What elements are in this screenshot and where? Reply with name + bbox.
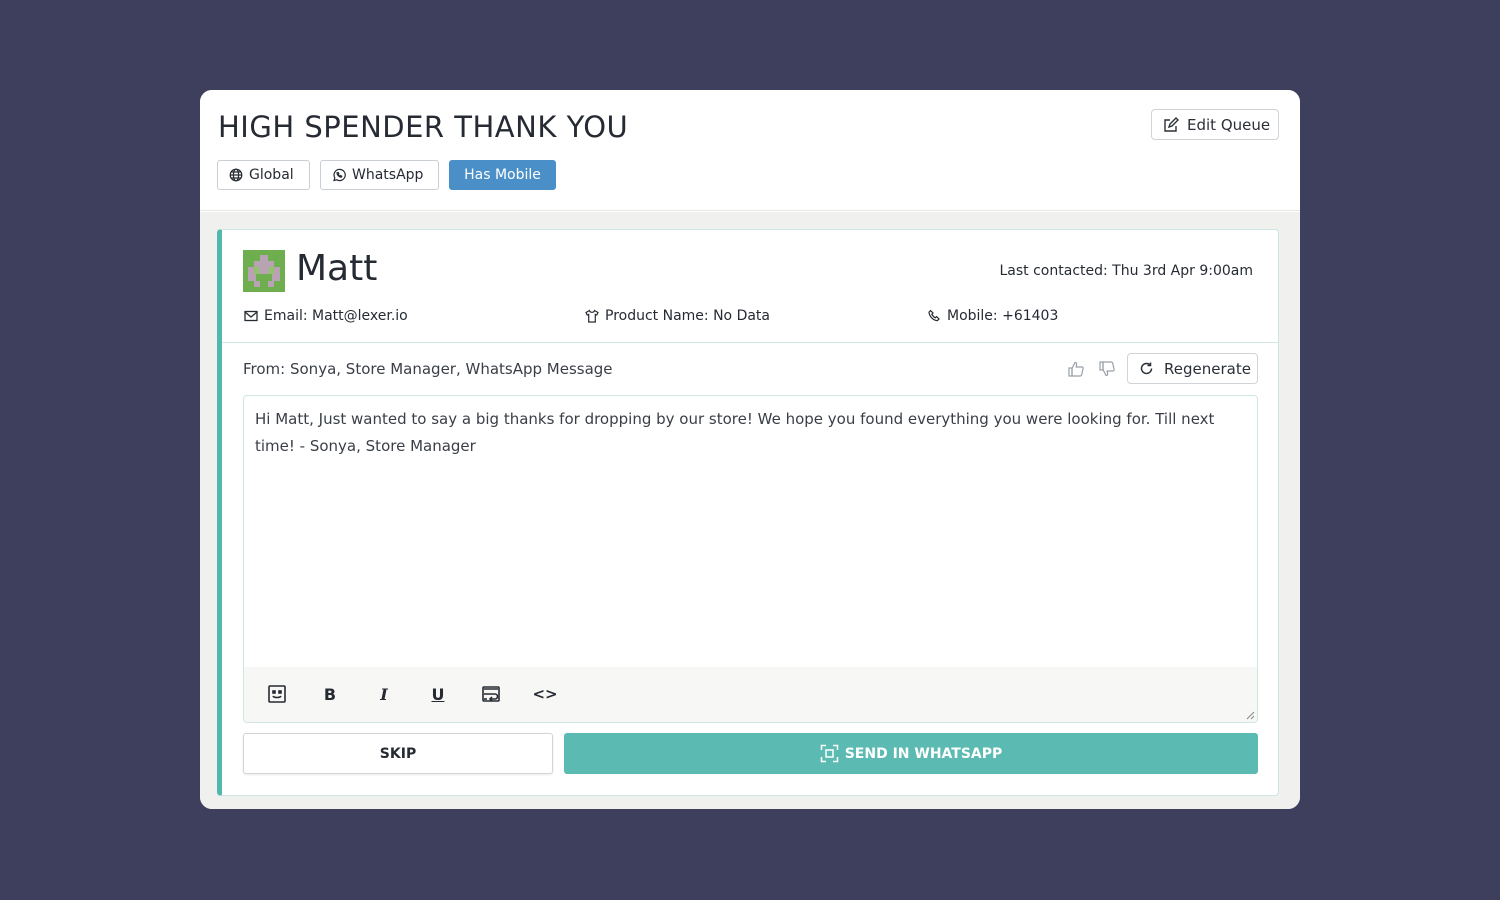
shirt-icon [585, 309, 599, 323]
globe-icon [229, 168, 243, 182]
bold-button[interactable]: B [319, 683, 341, 705]
skip-button[interactable]: SKIP [243, 733, 553, 774]
contact-card: Matt Last contacted: Thu 3rd Apr 9:00am … [217, 229, 1279, 796]
regenerate-label: Regenerate [1164, 359, 1251, 378]
emoji-icon [268, 685, 286, 703]
emoji-button[interactable] [266, 683, 288, 705]
tag-global-label: Global [249, 167, 294, 183]
contact-mobile-text: Mobile: +61403 [947, 308, 1059, 324]
mail-icon [244, 310, 258, 322]
whatsapp-icon [333, 168, 346, 182]
tag-global[interactable]: Global [217, 160, 310, 190]
text-wrap-icon [482, 686, 500, 702]
tag-whatsapp[interactable]: WhatsApp [320, 160, 439, 190]
contact-name: Matt [296, 248, 378, 289]
thumbs-down-icon[interactable] [1098, 360, 1116, 378]
contact-email-text: Email: Matt@lexer.io [264, 308, 408, 324]
send-whatsapp-button[interactable]: SEND IN WHATSAPP [564, 733, 1258, 774]
last-contacted: Last contacted: Thu 3rd Apr 9:00am [999, 263, 1254, 279]
italic-button[interactable]: I [373, 683, 395, 705]
message-from: From: Sonya, Store Manager, WhatsApp Mes… [243, 360, 613, 378]
edit-queue-button[interactable]: Edit Queue [1151, 109, 1279, 140]
pixel-avatar-icon [243, 250, 285, 292]
tag-has-mobile[interactable]: Has Mobile [449, 160, 556, 190]
queue-header: HIGH SPENDER THANK YOU Edit Queue Global… [200, 90, 1300, 211]
message-editor[interactable]: Hi Matt, Just wanted to say a big thanks… [243, 395, 1258, 723]
edit-icon [1164, 116, 1179, 132]
content-area: Matt Last contacted: Thu 3rd Apr 9:00am … [200, 212, 1300, 809]
thumbs-up-icon[interactable] [1067, 360, 1085, 378]
scan-icon [820, 744, 838, 763]
code-button[interactable]: <> [532, 683, 557, 705]
text-wrap-button[interactable] [480, 683, 502, 705]
contact-product-text: Product Name: No Data [605, 308, 770, 324]
editor-toolbar: B I U <> [244, 667, 1257, 722]
phone-icon [928, 309, 940, 322]
tag-whatsapp-label: WhatsApp [352, 167, 424, 183]
regenerate-button[interactable]: Regenerate [1127, 353, 1258, 384]
queue-title: HIGH SPENDER THANK YOU [218, 110, 629, 144]
card-divider [222, 342, 1279, 343]
tag-has-mobile-label: Has Mobile [464, 167, 541, 183]
refresh-icon [1140, 362, 1153, 375]
contact-mobile: Mobile: +61403 [927, 308, 1058, 324]
contact-product: Product Name: No Data [585, 308, 770, 324]
queue-panel: HIGH SPENDER THANK YOU Edit Queue Global… [200, 90, 1300, 809]
underline-button[interactable]: U [427, 683, 449, 705]
contact-email: Email: Matt@lexer.io [244, 308, 408, 324]
send-whatsapp-label: SEND IN WHATSAPP [844, 745, 1003, 762]
resize-handle-icon[interactable] [1245, 710, 1255, 720]
message-body[interactable]: Hi Matt, Just wanted to say a big thanks… [255, 406, 1245, 460]
edit-queue-label: Edit Queue [1187, 115, 1271, 134]
